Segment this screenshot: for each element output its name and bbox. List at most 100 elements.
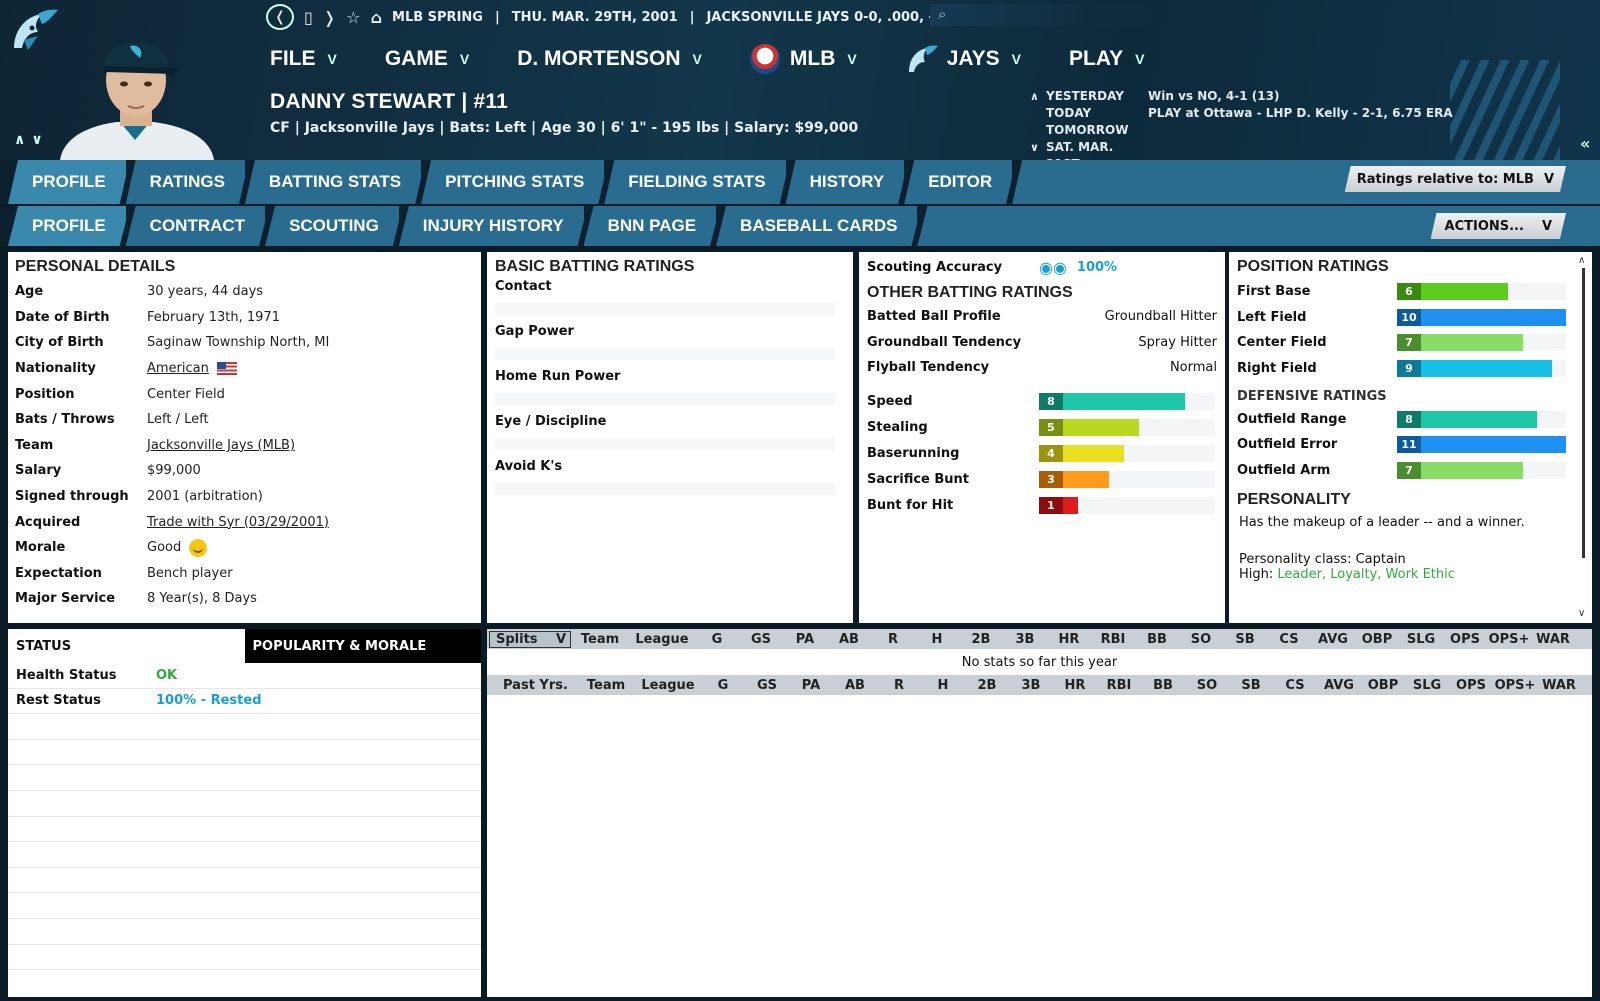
column-header[interactable]: RBI bbox=[1091, 632, 1135, 647]
forward-button[interactable]: ❭ bbox=[323, 8, 336, 27]
column-header[interactable]: CS bbox=[1273, 678, 1317, 693]
subtab-contract[interactable]: CONTRACT bbox=[126, 206, 269, 246]
rating-bar bbox=[1421, 334, 1523, 352]
scroll-down-icon[interactable]: ∨ bbox=[1578, 609, 1585, 619]
detail-row: Position Center Field bbox=[15, 386, 225, 402]
column-header[interactable]: WAR bbox=[1531, 632, 1575, 647]
tab-profile[interactable]: PROFILE bbox=[8, 160, 130, 204]
column-header[interactable]: H bbox=[921, 678, 965, 693]
rating-label: Outfield Arm bbox=[1237, 462, 1331, 478]
nationality-link[interactable]: American bbox=[147, 361, 209, 376]
menu-team[interactable]: JAYS V bbox=[905, 44, 1021, 74]
column-header[interactable]: OBP bbox=[1355, 632, 1399, 647]
subtab-injury-history[interactable]: INJURY HISTORY bbox=[399, 206, 588, 246]
rating-track bbox=[1421, 360, 1566, 378]
column-header[interactable]: PA bbox=[789, 678, 833, 693]
splits-dropdown[interactable]: Splits V bbox=[489, 630, 571, 648]
column-header[interactable]: OPS bbox=[1443, 632, 1487, 647]
menu-file[interactable]: FILE V bbox=[270, 47, 337, 71]
subtab-bnn-page[interactable]: BNN PAGE bbox=[584, 206, 720, 246]
column-header[interactable]: BB bbox=[1141, 678, 1185, 693]
ratings-relative-dropdown[interactable]: Ratings relative to: MLB V bbox=[1345, 166, 1566, 192]
menu-league[interactable]: MLB V bbox=[749, 44, 857, 74]
trade-link[interactable]: Trade with Syr (03/29/2001) bbox=[147, 515, 329, 530]
column-header[interactable]: Team bbox=[577, 678, 635, 693]
subtab-scouting[interactable]: SCOUTING bbox=[265, 206, 403, 246]
subtab-profile[interactable]: PROFILE bbox=[8, 206, 130, 246]
tab-popularity-morale[interactable]: POPULARITY & MORALE bbox=[244, 629, 481, 663]
collapse-icon[interactable]: « bbox=[1580, 134, 1590, 153]
tab-ratings[interactable]: RATINGS bbox=[126, 160, 249, 204]
column-header[interactable]: League bbox=[629, 632, 695, 647]
column-header[interactable]: SLG bbox=[1405, 678, 1449, 693]
column-header[interactable]: SB bbox=[1229, 678, 1273, 693]
rating-row: Baserunning 4 bbox=[867, 441, 1217, 467]
schedule-row[interactable]: SAT. MAR. 31ST bbox=[1046, 139, 1453, 160]
column-header[interactable]: R bbox=[877, 678, 921, 693]
column-header[interactable]: SLG bbox=[1399, 632, 1443, 647]
player-nav-arrows[interactable]: ∧∨ bbox=[14, 132, 49, 148]
rating-row: Gap Power bbox=[495, 324, 845, 369]
column-header[interactable]: AVG bbox=[1311, 632, 1355, 647]
actions-button[interactable]: ACTIONS... V bbox=[1431, 213, 1566, 239]
schedule-up-icon[interactable]: ∧ bbox=[1030, 88, 1039, 105]
column-header[interactable]: GS bbox=[745, 678, 789, 693]
column-header[interactable]: AB bbox=[833, 678, 877, 693]
search-input[interactable]: ⌕ bbox=[930, 4, 1160, 26]
team-link[interactable]: Jacksonville Jays (MLB) bbox=[147, 438, 295, 453]
column-header[interactable]: G bbox=[701, 678, 745, 693]
star-icon[interactable]: ☆ bbox=[346, 8, 360, 27]
subtab-baseball-cards[interactable]: BASEBALL CARDS bbox=[716, 206, 921, 246]
column-header[interactable]: BB bbox=[1135, 632, 1179, 647]
column-header[interactable]: 2B bbox=[965, 678, 1009, 693]
bookmark-icon[interactable]: ▯ bbox=[304, 8, 313, 27]
column-header[interactable]: R bbox=[871, 632, 915, 647]
column-header[interactable]: AB bbox=[827, 632, 871, 647]
column-header[interactable]: HR bbox=[1053, 678, 1097, 693]
column-header[interactable]: OPS+ bbox=[1487, 632, 1531, 647]
tab-status[interactable]: STATUS bbox=[8, 629, 245, 663]
column-header[interactable]: WAR bbox=[1537, 678, 1581, 693]
column-header[interactable]: PA bbox=[783, 632, 827, 647]
home-icon[interactable]: ⌂ bbox=[371, 8, 382, 27]
menu-game[interactable]: GAME V bbox=[385, 47, 469, 71]
scrollbar[interactable]: ∧ ∨ bbox=[1578, 256, 1588, 619]
menu-manager[interactable]: D. MORTENSON V bbox=[517, 47, 702, 71]
tab-editor[interactable]: EDITOR bbox=[904, 160, 1016, 204]
jays-logo-icon bbox=[908, 45, 938, 72]
column-header[interactable]: SO bbox=[1185, 678, 1229, 693]
tab-fielding-stats[interactable]: FIELDING STATS bbox=[604, 160, 789, 204]
rating-row: Batted Ball Profile Groundball Hitter bbox=[867, 309, 1217, 325]
column-header[interactable]: SB bbox=[1223, 632, 1267, 647]
tab-batting-stats[interactable]: BATTING STATS bbox=[245, 160, 425, 204]
column-header[interactable]: Team bbox=[571, 632, 629, 647]
schedule-row[interactable]: TOMORROW bbox=[1046, 122, 1453, 139]
column-header[interactable]: 3B bbox=[1003, 632, 1047, 647]
back-button[interactable]: ❬ bbox=[266, 4, 294, 30]
schedule-down-icon[interactable]: ∨ bbox=[1030, 139, 1039, 156]
rating-bar bbox=[1063, 419, 1139, 437]
column-header[interactable]: OBP bbox=[1361, 678, 1405, 693]
schedule-row[interactable]: TODAY PLAY at Ottawa - LHP D. Kelly - 2-1… bbox=[1046, 105, 1453, 122]
tab-history[interactable]: HISTORY bbox=[786, 160, 909, 204]
column-header[interactable]: CS bbox=[1267, 632, 1311, 647]
scroll-up-icon[interactable]: ∧ bbox=[1578, 256, 1588, 266]
column-header[interactable]: SO bbox=[1179, 632, 1223, 647]
column-header[interactable]: OPS bbox=[1449, 678, 1493, 693]
tab-pitching-stats[interactable]: PITCHING STATS bbox=[421, 160, 608, 204]
column-header[interactable]: OPS+ bbox=[1493, 678, 1537, 693]
column-header[interactable]: G bbox=[695, 632, 739, 647]
column-header[interactable]: HR bbox=[1047, 632, 1091, 647]
column-header[interactable]: League bbox=[635, 678, 701, 693]
column-header[interactable]: RBI bbox=[1097, 678, 1141, 693]
scroll-thumb[interactable] bbox=[1581, 268, 1585, 558]
column-header[interactable]: H bbox=[915, 632, 959, 647]
column-header[interactable]: GS bbox=[739, 632, 783, 647]
rating-bar bbox=[1421, 283, 1508, 301]
schedule-row[interactable]: YESTERDAY Win vs NO, 4-1 (13) bbox=[1046, 88, 1453, 105]
column-header[interactable]: AVG bbox=[1317, 678, 1361, 693]
rating-label: Right Field bbox=[1237, 361, 1317, 377]
column-header[interactable]: 3B bbox=[1009, 678, 1053, 693]
column-header[interactable]: 2B bbox=[959, 632, 1003, 647]
menu-play[interactable]: PLAY V bbox=[1069, 47, 1144, 71]
